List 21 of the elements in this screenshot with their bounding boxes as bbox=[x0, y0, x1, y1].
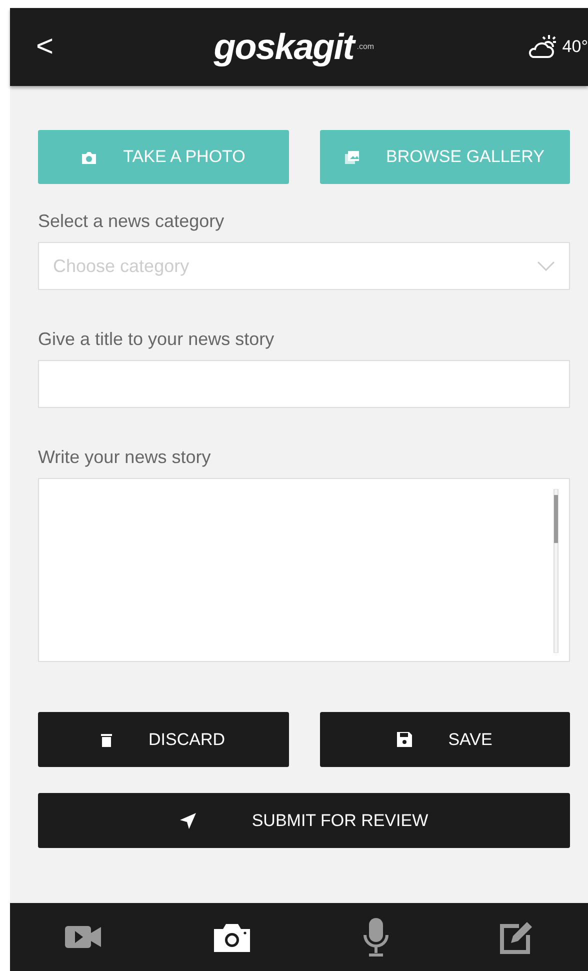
trash-icon bbox=[101, 732, 112, 746]
video-camera-tab[interactable] bbox=[64, 924, 103, 950]
title-input[interactable] bbox=[38, 360, 570, 408]
camera-icon bbox=[81, 150, 98, 164]
microphone-tab[interactable] bbox=[362, 917, 390, 957]
back-button[interactable]: < bbox=[30, 32, 60, 62]
paper-plane-icon bbox=[180, 812, 196, 828]
gallery-icon bbox=[345, 150, 360, 164]
temperature: 40° bbox=[562, 36, 588, 58]
camera-tab[interactable] bbox=[212, 921, 252, 953]
weather-icon bbox=[528, 34, 558, 60]
edit-tab[interactable] bbox=[499, 920, 534, 954]
field-label: Give a title to your news story bbox=[38, 330, 276, 348]
submit-button[interactable]: SUBMIT FOR REVIEW bbox=[38, 793, 570, 848]
field-label: Write your news story bbox=[38, 448, 212, 466]
save-button[interactable]: SAVE bbox=[320, 712, 570, 767]
logo-domain: .com bbox=[356, 43, 374, 51]
logo: goskagit bbox=[214, 29, 354, 65]
chevron-down-icon bbox=[537, 261, 555, 271]
field-label: Select a news category bbox=[38, 212, 226, 230]
discard-button[interactable]: DISCARD bbox=[38, 712, 288, 767]
